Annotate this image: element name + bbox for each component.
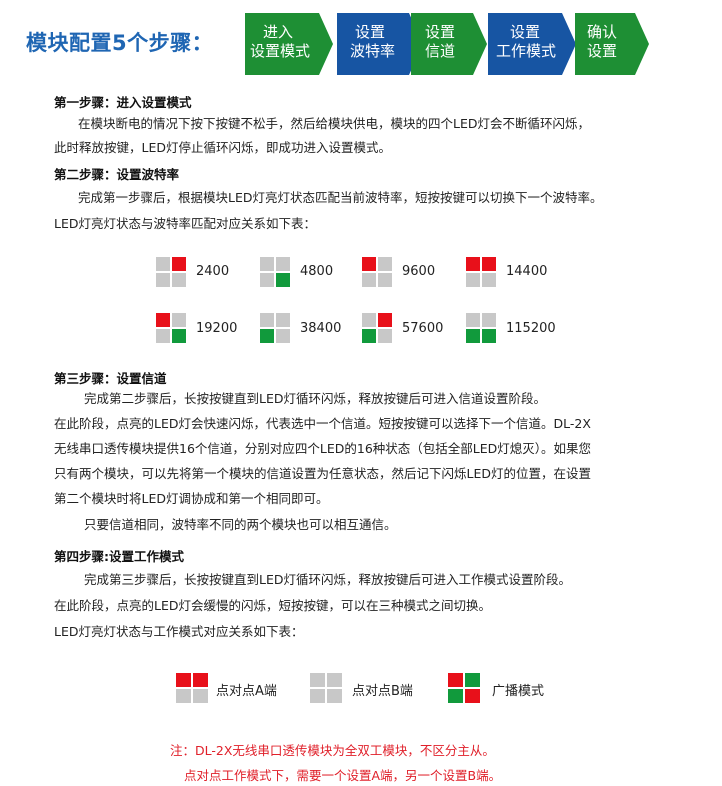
baud-led-19200-cell-1-red bbox=[156, 313, 170, 327]
baud-led-14400-cell-4-gray bbox=[482, 273, 496, 287]
mode-led-a-cell-3-gray bbox=[176, 689, 191, 703]
baud-led-4800-cell-1-gray bbox=[260, 257, 274, 271]
mode-led-b-cell-2-gray bbox=[327, 673, 342, 687]
baud-led-9600-cell-2-gray bbox=[378, 257, 392, 271]
mode-led-broadcast bbox=[448, 673, 480, 703]
baud-label-115200: 115200 bbox=[506, 321, 556, 336]
mode-led-a-cell-4-gray bbox=[193, 689, 208, 703]
baud-led-19200-cell-4-green bbox=[172, 329, 186, 343]
mode-label-a: 点对点A端 bbox=[216, 684, 277, 699]
baud-led-4800-cell-4-green bbox=[276, 273, 290, 287]
baud-led-38400-cell-2-gray bbox=[276, 313, 290, 327]
step2-line2: LED灯亮灯状态与波特率匹配对应关系如下表： bbox=[54, 216, 316, 231]
baud-led-57600-cell-4-gray bbox=[378, 329, 392, 343]
mode-label-broadcast: 广播模式 bbox=[492, 684, 545, 699]
baud-led-14400 bbox=[466, 257, 496, 287]
mode-led-b-cell-4-gray bbox=[327, 689, 342, 703]
baud-label-57600: 57600 bbox=[402, 321, 444, 336]
step2-line1: 完成第一步骤后，根据模块LED灯亮灯状态匹配当前波特率，短按按键可以切换下一个波… bbox=[78, 190, 603, 205]
baud-led-115200-cell-3-green bbox=[466, 329, 480, 343]
mode-led-a-cell-1-red bbox=[176, 673, 191, 687]
step1-line2: 此时释放按键，LED灯停止循环闪烁，即成功进入设置模式。 bbox=[54, 140, 391, 155]
mode-led-b-cell-1-gray bbox=[310, 673, 325, 687]
baud-led-19200-cell-2-gray bbox=[172, 313, 186, 327]
baud-led-115200 bbox=[466, 313, 496, 343]
step4-line3: LED灯亮灯状态与工作模式对应关系如下表： bbox=[54, 624, 304, 639]
step3-line5: 第二个模块时将LED灯调协成和第一个相同即可。 bbox=[54, 491, 329, 506]
baud-led-4800 bbox=[260, 257, 290, 287]
step4-heading: 第四步骤:设置工作模式 bbox=[54, 549, 184, 564]
baud-led-2400-cell-3-gray bbox=[156, 273, 170, 287]
note-line1: 注：DL-2X无线串口透传模块为全双工模块，不区分主从。 bbox=[170, 743, 495, 758]
mode-led-broadcast-cell-4-red bbox=[465, 689, 480, 703]
step1-line1: 在模块断电的情况下按下按键不松手，然后给模块供电，模块的四个LED灯会不断循环闪… bbox=[78, 116, 590, 131]
baud-led-2400-cell-1-gray bbox=[156, 257, 170, 271]
baud-led-2400-cell-4-gray bbox=[172, 273, 186, 287]
baud-led-115200-cell-4-green bbox=[482, 329, 496, 343]
baud-led-9600-cell-3-gray bbox=[362, 273, 376, 287]
baud-led-9600-cell-1-red bbox=[362, 257, 376, 271]
step3-line3: 无线串口透传模块提供16个信道，分别对应四个LED的16种状态（包括全部LED灯… bbox=[54, 441, 592, 456]
mode-led-b-cell-3-gray bbox=[310, 689, 325, 703]
step2-heading: 第二步骤：设置波特率 bbox=[54, 167, 180, 182]
baud-led-38400-cell-4-gray bbox=[276, 329, 290, 343]
baud-label-2400: 2400 bbox=[196, 264, 230, 279]
baud-led-4800-cell-2-gray bbox=[276, 257, 290, 271]
baud-label-14400: 14400 bbox=[506, 264, 548, 279]
step3-line4: 只有两个模块，可以先将第一个模块的信道设置为任意状态，然后记下闪烁LED灯的位置… bbox=[54, 466, 591, 481]
mode-led-broadcast-cell-3-green bbox=[448, 689, 463, 703]
baud-led-57600-cell-2-red bbox=[378, 313, 392, 327]
baud-led-4800-cell-3-gray bbox=[260, 273, 274, 287]
step3-line2: 在此阶段，点亮的LED灯会快速闪烁，代表选中一个信道。短按按键可以选择下一个信道… bbox=[54, 416, 591, 431]
baud-label-38400: 38400 bbox=[300, 321, 342, 336]
step3-line1: 完成第二步骤后，长按按键直到LED灯循环闪烁，释放按键后可进入信道设置阶段。 bbox=[84, 391, 546, 406]
baud-led-2400 bbox=[156, 257, 186, 287]
step3-line6: 只要信道相同，波特率不同的两个模块也可以相互通信。 bbox=[84, 517, 397, 532]
baud-label-4800: 4800 bbox=[300, 264, 334, 279]
baud-led-57600-cell-1-gray bbox=[362, 313, 376, 327]
baud-led-14400-cell-2-red bbox=[482, 257, 496, 271]
baud-led-14400-cell-1-red bbox=[466, 257, 480, 271]
baud-led-19200 bbox=[156, 313, 186, 343]
baud-led-9600 bbox=[362, 257, 392, 287]
step4-line1: 完成第三步骤后，长按按键直到LED灯循环闪烁，释放按键后可进入工作模式设置阶段。 bbox=[84, 572, 571, 587]
step4-line2: 在此阶段，点亮的LED灯会缓慢的闪烁，短按按键，可以在三种模式之间切换。 bbox=[54, 598, 491, 613]
baud-label-9600: 9600 bbox=[402, 264, 436, 279]
baud-led-115200-cell-1-gray bbox=[466, 313, 480, 327]
baud-led-14400-cell-3-gray bbox=[466, 273, 480, 287]
step1-heading: 第一步骤：进入设置模式 bbox=[54, 95, 192, 110]
instructions: 第一步骤：进入设置模式 在模块断电的情况下按下按键不松手，然后给模块供电，模块的… bbox=[0, 0, 722, 786]
note-line2: 点对点工作模式下，需要一个设置A端，另一个设置B端。 bbox=[184, 768, 502, 783]
baud-led-57600 bbox=[362, 313, 392, 343]
mode-led-broadcast-cell-1-red bbox=[448, 673, 463, 687]
baud-led-38400-cell-1-gray bbox=[260, 313, 274, 327]
baud-label-19200: 19200 bbox=[196, 321, 238, 336]
mode-led-a-cell-2-red bbox=[193, 673, 208, 687]
baud-led-19200-cell-3-gray bbox=[156, 329, 170, 343]
mode-led-a bbox=[176, 673, 208, 703]
baud-led-38400-cell-3-green bbox=[260, 329, 274, 343]
baud-led-57600-cell-3-green bbox=[362, 329, 376, 343]
mode-label-b: 点对点B端 bbox=[352, 684, 413, 699]
baud-led-2400-cell-2-red bbox=[172, 257, 186, 271]
baud-led-115200-cell-2-gray bbox=[482, 313, 496, 327]
baud-led-9600-cell-4-gray bbox=[378, 273, 392, 287]
step3-heading: 第三步骤：设置信道 bbox=[54, 371, 167, 386]
mode-led-b bbox=[310, 673, 342, 703]
baud-led-38400 bbox=[260, 313, 290, 343]
mode-led-broadcast-cell-2-green bbox=[465, 673, 480, 687]
